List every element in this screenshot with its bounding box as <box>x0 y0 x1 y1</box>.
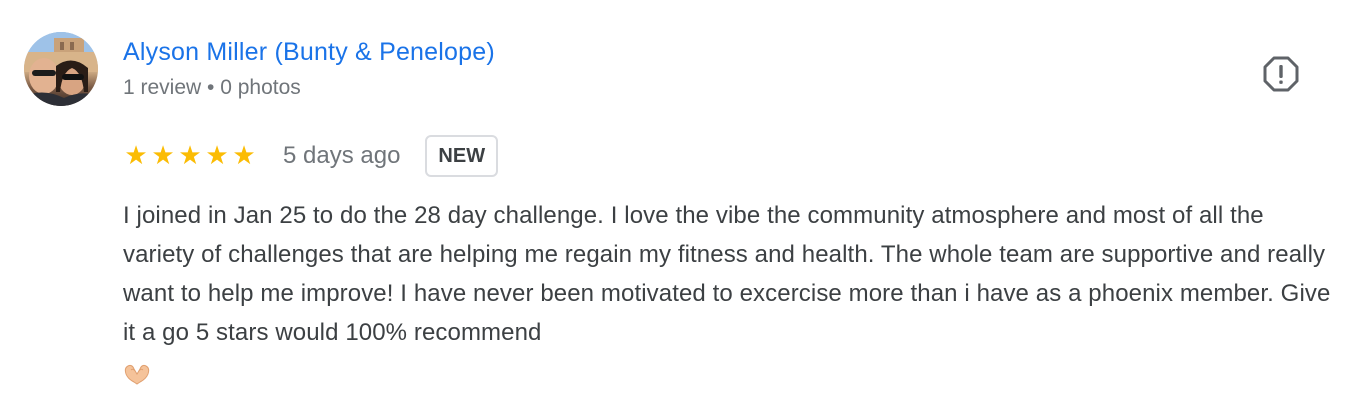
review-text: I joined in Jan 25 to do the 28 day chal… <box>123 202 1331 346</box>
author-meta[interactable]: 1 review • 0 photos <box>123 75 301 101</box>
author-name[interactable]: Alyson Miller (Bunty & Penelope) <box>123 36 495 68</box>
heart-hands-icon <box>123 362 151 386</box>
star-icon: ★ <box>205 141 229 171</box>
star-icon: ★ <box>151 141 175 171</box>
report-icon[interactable] <box>1262 55 1300 93</box>
avatar[interactable] <box>24 32 98 106</box>
rating-row: ★ ★ ★ ★ ★ 5 days ago NEW <box>123 134 499 178</box>
star-icon: ★ <box>124 141 148 171</box>
star-icon: ★ <box>232 141 256 171</box>
star-icon: ★ <box>178 141 202 171</box>
review-card: Alyson Miller (Bunty & Penelope) 1 revie… <box>0 0 1360 404</box>
review-time: 5 days ago <box>283 142 401 169</box>
avatar-photo <box>24 32 98 106</box>
report-octagon-icon <box>1263 56 1299 92</box>
star-rating: ★ ★ ★ ★ ★ <box>123 143 257 169</box>
new-badge: NEW <box>425 135 499 177</box>
